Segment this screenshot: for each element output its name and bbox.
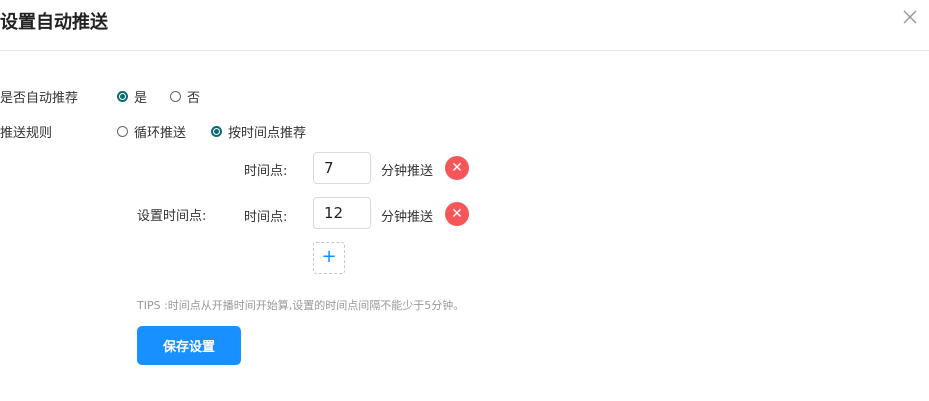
close-icon[interactable] <box>899 6 921 28</box>
dialog-header: 设置自动推送 <box>0 0 929 51</box>
push-rule-label: 推送规则 <box>0 126 53 141</box>
dialog-title: 设置自动推送 <box>0 12 108 33</box>
radio-unchecked-icon <box>170 91 181 102</box>
auto-recommend-label: 是否自动推荐 <box>0 91 79 106</box>
radio-checked-icon <box>117 91 128 102</box>
delete-time-point-button-2[interactable]: ✕ <box>445 202 469 226</box>
radio-label: 循环推送 <box>134 126 187 141</box>
push-rule-loop-radio[interactable]: 循环推送 <box>117 122 186 141</box>
push-rule-timepoint-radio[interactable]: 按时间点推荐 <box>211 122 306 141</box>
radio-unchecked-icon <box>117 126 128 137</box>
time-point-label: 时间点: <box>244 210 288 225</box>
radio-checked-icon <box>211 126 222 137</box>
time-point-label: 时间点: <box>244 164 288 179</box>
save-settings-button[interactable]: 保存设置 <box>137 326 241 365</box>
time-point-suffix: 分钟推送 <box>381 164 434 179</box>
close-icon: ✕ <box>451 206 463 222</box>
time-point-input-2[interactable] <box>313 197 371 229</box>
time-point-input-1[interactable] <box>313 152 371 184</box>
time-point-suffix: 分钟推送 <box>381 210 434 225</box>
radio-label: 是 <box>134 91 148 106</box>
close-icon: ✕ <box>451 160 463 176</box>
time-points-section-label: 设置时间点: <box>137 209 207 224</box>
auto-recommend-yes-radio[interactable]: 是 <box>117 87 147 106</box>
radio-label: 否 <box>187 91 201 106</box>
plus-icon: + <box>321 246 337 267</box>
add-time-point-button[interactable]: + <box>313 242 345 274</box>
radio-label: 按时间点推荐 <box>228 126 307 141</box>
auto-recommend-no-radio[interactable]: 否 <box>170 87 200 106</box>
tips-text: TIPS :时间点从开播时间开始算,设置的时间点间隔不能少于5分钟。 <box>137 299 465 312</box>
delete-time-point-button-1[interactable]: ✕ <box>445 156 469 180</box>
